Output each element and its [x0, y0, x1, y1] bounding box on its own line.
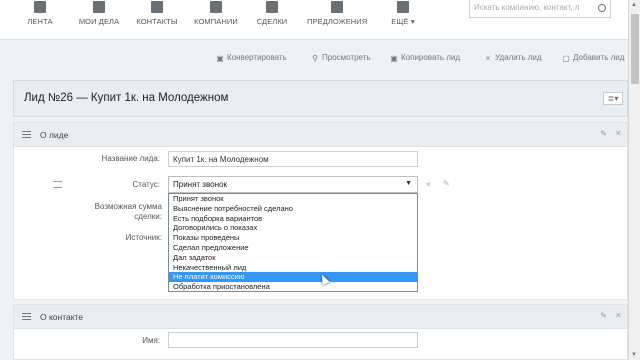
- nav-feed[interactable]: ЛЕНТА: [22, 0, 58, 40]
- view-icon: ⚲: [312, 54, 318, 63]
- status-label: Статус:: [132, 180, 160, 189]
- drag-handle-icon[interactable]: [22, 131, 31, 138]
- status-option[interactable]: Обработка приостановлена: [169, 282, 417, 292]
- lead-section-header: О лиде ✎ ×: [14, 123, 627, 147]
- tasks-icon: [93, 1, 105, 13]
- nav-contacts-label: КОНТАКТЫ: [136, 17, 178, 26]
- status-option[interactable]: Дал задаток: [169, 253, 417, 263]
- top-navigation: ЛЕНТА МОИ ДЕЛА КОНТАКТЫ КОМПАНИИ СДЕЛКИ …: [0, 0, 628, 40]
- delete-icon: ×: [485, 54, 491, 63]
- close-icon[interactable]: ×: [616, 128, 621, 138]
- lead-name-field[interactable]: Купит 1к. на Молодежном: [168, 151, 418, 167]
- offers-icon: [331, 1, 343, 13]
- more-icon: [397, 1, 409, 13]
- amount-label: Возможная сумма сделки:: [94, 202, 162, 221]
- status-option[interactable]: Сделал предложение: [169, 243, 417, 253]
- status-option[interactable]: Есть подборка вариантов: [169, 214, 417, 224]
- remove-field-icon[interactable]: ×: [426, 180, 431, 189]
- lead-name-label: Название лида:: [101, 154, 160, 163]
- feed-icon: [34, 1, 46, 13]
- action-bar: ▣ Конвертировать ⚲ Просмотреть ▣ Копировать…: [0, 47, 628, 71]
- status-option[interactable]: Некачественный лид: [169, 263, 417, 273]
- copy-label: Копировать лид: [401, 53, 461, 62]
- nav-my-tasks[interactable]: МОИ ДЕЛА: [76, 0, 122, 40]
- contact-name-field[interactable]: [168, 332, 418, 348]
- page-title: Лид №26 — Купит 1к. на Молодежном: [24, 92, 229, 104]
- companies-icon: [210, 1, 222, 13]
- add-button[interactable]: ▢ Добавить лид: [562, 53, 624, 63]
- search-placeholder: Искать компанию, контакт, л: [474, 3, 580, 12]
- menu-button[interactable]: ≣▾: [603, 92, 623, 105]
- status-option[interactable]: Выяснение потребностей сделано: [169, 204, 417, 214]
- contact-section-header: О контакте ✎ ×: [14, 305, 627, 329]
- status-select-value: Принят звонок: [173, 180, 227, 189]
- nav-my-tasks-label: МОИ ДЕЛА: [78, 17, 120, 26]
- edit-icon[interactable]: ✎: [600, 129, 607, 138]
- nav-more[interactable]: ЕЩЁ ▾: [386, 0, 420, 40]
- scrollbar[interactable]: ▲ ▼: [628, 0, 640, 360]
- nav-offers[interactable]: ПРЕДЛОЖЕНИЯ: [307, 0, 367, 40]
- list-icon: ≣▾: [607, 94, 619, 103]
- status-option[interactable]: Не платит комиссию: [169, 272, 417, 283]
- status-dropdown-list: Принят звонок Выяснение потребностей сдел…: [168, 193, 418, 292]
- search-icon[interactable]: [598, 4, 606, 12]
- nav-offers-label: ПРЕДЛОЖЕНИЯ: [307, 17, 368, 26]
- status-option[interactable]: Договорились о показах: [169, 223, 417, 233]
- add-label: Добавить лид: [573, 53, 625, 62]
- nav-contacts[interactable]: КОНТАКТЫ: [135, 0, 179, 40]
- nav-feed-label: ЛЕНТА: [27, 17, 53, 26]
- status-option[interactable]: Показы проведены: [169, 233, 417, 243]
- contact-section-title: О контакте: [40, 312, 84, 322]
- edit-icon[interactable]: ✎: [600, 311, 607, 320]
- scroll-up-icon[interactable]: ▲: [631, 2, 637, 8]
- delete-label: Удалить лид: [495, 53, 542, 62]
- nav-more-label: ЕЩЁ ▾: [391, 17, 415, 26]
- status-select[interactable]: Принят звонок ▼: [168, 176, 418, 193]
- view-button[interactable]: ⚲ Просмотреть: [311, 53, 371, 63]
- convert-icon: ▣: [216, 54, 224, 63]
- contacts-icon: [151, 1, 163, 13]
- deals-icon: [266, 1, 278, 13]
- dropdown-arrow-icon: ▼: [405, 180, 412, 187]
- nav-deals[interactable]: СДЕЛКИ: [254, 0, 290, 40]
- add-icon: ▢: [562, 54, 570, 63]
- copy-button[interactable]: ▣ Копировать лид: [390, 53, 460, 63]
- scroll-down-icon[interactable]: ▼: [631, 352, 637, 358]
- contact-name-label: Имя:: [142, 336, 160, 345]
- convert-label: Конвертировать: [227, 53, 287, 62]
- source-label: Источник:: [125, 233, 162, 242]
- search-input[interactable]: Искать компанию, контакт, л: [469, 0, 611, 18]
- nav-companies-label: КОМПАНИИ: [194, 17, 238, 26]
- convert-button[interactable]: ▣ Конвертировать: [216, 53, 287, 63]
- delete-button[interactable]: × Удалить лид: [484, 53, 542, 63]
- copy-icon: ▣: [390, 54, 398, 63]
- edit-field-icon[interactable]: ✎: [443, 179, 450, 188]
- scrollbar-thumb[interactable]: [631, 14, 639, 84]
- nav-companies[interactable]: КОМПАНИИ: [193, 0, 239, 40]
- lead-section-title: О лиде: [40, 130, 69, 140]
- title-panel: Лид №26 — Купит 1к. на Молодежном ≣▾: [13, 80, 628, 117]
- close-icon[interactable]: ×: [616, 310, 621, 320]
- drag-handle-icon[interactable]: [22, 313, 31, 320]
- nav-deals-label: СДЕЛКИ: [256, 17, 288, 26]
- view-label: Просмотреть: [322, 53, 371, 62]
- status-option[interactable]: Принят звонок: [169, 194, 417, 204]
